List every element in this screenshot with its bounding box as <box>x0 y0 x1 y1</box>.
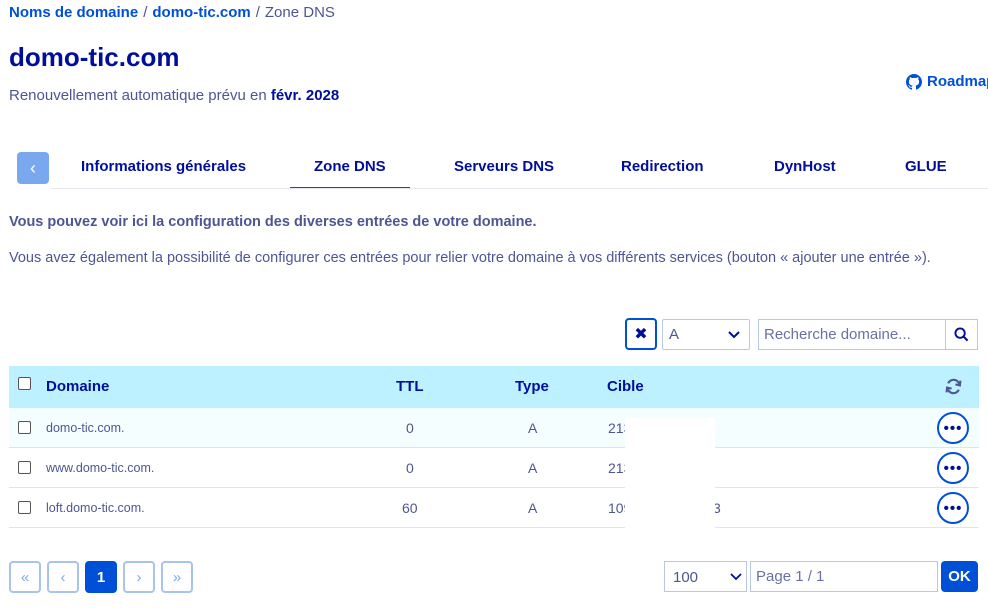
tab-general-info[interactable]: Informations générales <box>81 158 246 175</box>
chevron-left-icon: ‹ <box>30 157 36 178</box>
column-header-target[interactable]: Cible <box>607 378 644 395</box>
breadcrumb-link-domain[interactable]: domo-tic.com <box>152 4 250 21</box>
column-header-domain[interactable]: Domaine <box>46 378 109 395</box>
record-domain: domo-tic.com. <box>46 421 125 435</box>
table-row: www.domo-tic.com. 0 A 213. ••• <box>9 448 979 488</box>
renewal-prefix: Renouvellement automatique prévu en <box>9 87 267 104</box>
intro-heading: Vous pouvez voir ici la configuration de… <box>9 214 537 230</box>
breadcrumb-separator: / <box>255 4 260 21</box>
row-checkbox[interactable] <box>18 501 31 514</box>
tab-dns-servers[interactable]: Serveurs DNS <box>454 158 554 175</box>
record-type-value: A <box>669 326 680 343</box>
renewal-info: Renouvellement automatique prévu en févr… <box>9 87 339 104</box>
table-header: Domaine TTL Type Cible <box>9 366 979 408</box>
go-to-page-button[interactable]: OK <box>941 561 978 592</box>
row-actions-button[interactable]: ••• <box>937 412 969 444</box>
record-ttl: 60 <box>402 500 418 516</box>
github-icon <box>906 73 922 90</box>
refresh-icon[interactable] <box>945 378 962 395</box>
roadmap-link[interactable]: Roadmap <box>906 73 988 90</box>
domain-search-input[interactable] <box>758 319 946 350</box>
breadcrumb: Noms de domaine / domo-tic.com / Zone DN… <box>9 4 335 21</box>
search-button[interactable] <box>945 319 978 350</box>
tabs-scroll-left-button[interactable]: ‹ <box>17 152 49 184</box>
record-type: A <box>528 420 538 436</box>
record-type: A <box>528 500 538 516</box>
search-icon <box>954 327 969 342</box>
breadcrumb-separator: / <box>143 4 148 21</box>
column-header-ttl[interactable]: TTL <box>396 378 424 395</box>
page-title: domo-tic.com <box>9 42 180 72</box>
chevron-down-icon <box>730 573 742 581</box>
chevron-down-icon <box>728 331 740 339</box>
row-checkbox[interactable] <box>18 461 31 474</box>
record-type-select[interactable]: A <box>662 319 750 350</box>
intro-text: Vous avez également la possibilité de co… <box>9 250 931 266</box>
breadcrumb-current: Zone DNS <box>264 4 335 21</box>
last-page-button[interactable]: » <box>161 561 193 593</box>
previous-page-button[interactable]: ‹ <box>47 561 79 593</box>
breadcrumb-link-domains[interactable]: Noms de domaine <box>9 4 138 21</box>
select-all-checkbox[interactable] <box>18 377 31 390</box>
tabs-divider <box>50 188 988 189</box>
page-number-input[interactable]: Page 1 / 1 <box>750 561 938 592</box>
row-actions-button[interactable]: ••• <box>937 492 969 524</box>
row-actions-button[interactable]: ••• <box>937 452 969 484</box>
record-ttl: 0 <box>406 420 414 436</box>
tab-bar: ‹ Informations générales Zone DNS Serveu… <box>0 150 988 190</box>
table-row: loft.domo-tic.com. 60 A 109. 3 ••• <box>9 488 979 528</box>
table-row: domo-tic.com. 0 A 213. ••• <box>9 408 979 448</box>
clear-filter-button[interactable]: ✖ <box>625 318 657 350</box>
column-header-type[interactable]: Type <box>515 378 549 395</box>
tab-redirection[interactable]: Redirection <box>621 158 704 175</box>
close-icon: ✖ <box>634 326 648 343</box>
tab-dns-zone[interactable]: Zone DNS <box>290 158 410 189</box>
roadmap-label: Roadmap <box>927 73 988 90</box>
record-ttl: 0 <box>406 460 414 476</box>
tab-glue[interactable]: GLUE <box>905 158 947 175</box>
items-per-page-value: 100 <box>673 569 699 586</box>
record-type: A <box>528 460 538 476</box>
first-page-button[interactable]: « <box>9 561 41 593</box>
record-domain: loft.domo-tic.com. <box>46 501 145 515</box>
current-page-button[interactable]: 1 <box>85 561 117 593</box>
items-per-page-select[interactable]: 100 <box>664 561 747 592</box>
row-checkbox[interactable] <box>18 421 31 434</box>
dns-records-table: Domaine TTL Type Cible domo-tic.com. 0 A… <box>9 366 979 528</box>
record-domain: www.domo-tic.com. <box>46 461 155 475</box>
tab-dynhost[interactable]: DynHost <box>774 158 836 175</box>
renewal-date: févr. 2028 <box>270 87 340 104</box>
redacted-area <box>625 418 715 528</box>
next-page-button[interactable]: › <box>123 561 155 593</box>
